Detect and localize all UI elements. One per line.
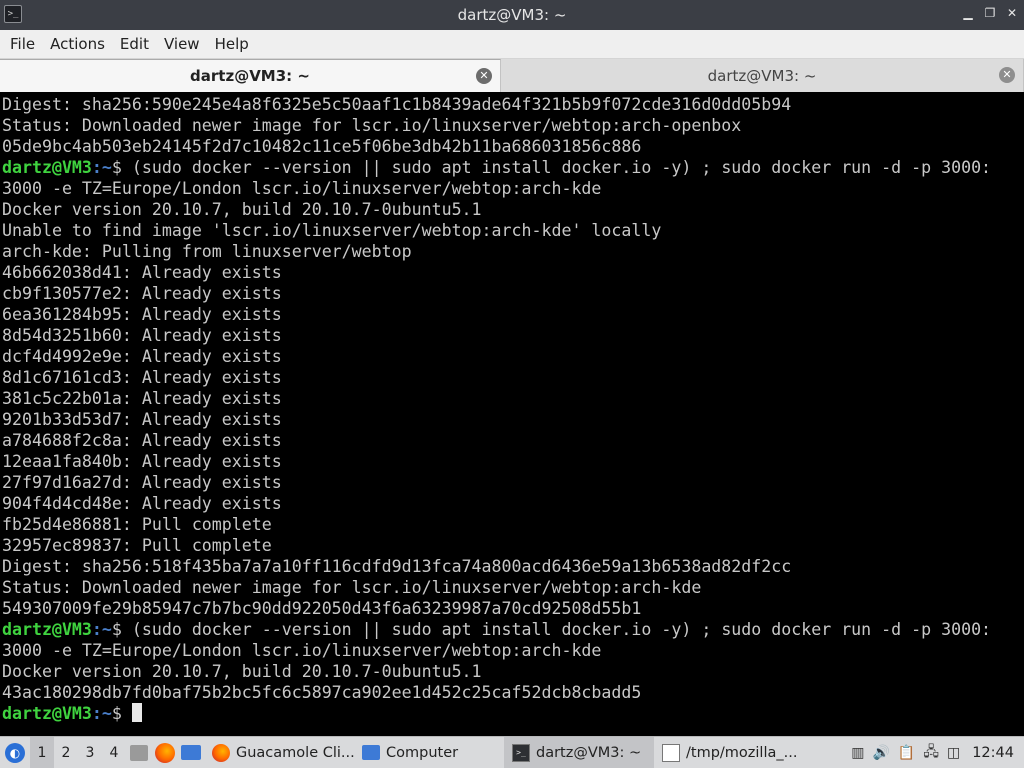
show-desktop-icon bbox=[181, 745, 201, 760]
maximize-icon[interactable]: ❐ bbox=[984, 6, 996, 20]
prompt-path: :~ bbox=[91, 620, 112, 639]
drag-handle-icon[interactable]: ▥ bbox=[851, 745, 864, 761]
terminal-line: dcf4d4992e9e: Already exists bbox=[2, 347, 282, 366]
close-icon[interactable]: ✕ bbox=[1006, 6, 1018, 20]
terminal-line: 05de9bc4ab503eb24145f2d7c10482c11ce5f06b… bbox=[2, 137, 642, 156]
task-computer[interactable]: Computer bbox=[354, 737, 504, 768]
task-label: /tmp/mozilla_... bbox=[686, 744, 798, 761]
terminal-line: arch-kde: Pulling from linuxserver/webto… bbox=[2, 242, 412, 261]
terminal-icon: >_ bbox=[512, 743, 530, 762]
menu-view[interactable]: View bbox=[158, 35, 206, 53]
terminal-line: Digest: sha256:518f435ba7a7a10ff116cdfd9… bbox=[2, 557, 792, 576]
terminal-line: dartz@VM3:~$ bbox=[2, 703, 1024, 724]
terminal-line: fb25d4e86881: Pull complete bbox=[2, 515, 272, 534]
task-label: Computer bbox=[386, 744, 459, 761]
system-tray: ▥ 🔊 📋 🖧 ◫ 12:44 bbox=[851, 741, 1024, 765]
tab-close-icon[interactable]: ✕ bbox=[999, 67, 1015, 83]
taskbar: ◐ 1 2 3 4 Guacamole Cli... Computer >_ d… bbox=[0, 736, 1024, 768]
clock[interactable]: 12:44 bbox=[972, 745, 1014, 761]
terminal-line: 46b662038d41: Already exists bbox=[2, 263, 282, 282]
terminal-line: 3000 -e TZ=Europe/London lscr.io/linuxse… bbox=[2, 179, 602, 198]
desktop-launcher[interactable] bbox=[178, 737, 204, 768]
terminal-line: Docker version 20.10.7, build 20.10.7-0u… bbox=[2, 200, 482, 219]
window-controls: ▁ ❐ ✕ bbox=[962, 6, 1018, 20]
prompt-user: dartz@VM3 bbox=[2, 620, 92, 639]
terminal-line: Status: Downloaded newer image for lscr.… bbox=[2, 578, 702, 597]
folder-icon bbox=[362, 745, 380, 760]
terminal-line: 43ac180298db7fd0baf75b2bc5fc6c5897ca902e… bbox=[2, 683, 642, 702]
terminal-line: 381c5c22b01a: Already exists bbox=[2, 389, 282, 408]
terminal-line: 8d1c67161cd3: Already exists bbox=[2, 368, 282, 387]
menu-actions[interactable]: Actions bbox=[44, 35, 111, 53]
tab-bar: dartz@VM3: ~ ✕ dartz@VM3: ~ ✕ bbox=[0, 59, 1024, 92]
workspace-3[interactable]: 3 bbox=[78, 745, 102, 761]
command-text: $ bbox=[111, 704, 132, 723]
tab-label: dartz@VM3: ~ bbox=[190, 67, 310, 85]
terminal-line: 6ea361284b95: Already exists bbox=[2, 305, 282, 324]
command-text: $ (sudo docker --version || sudo apt ins… bbox=[111, 620, 992, 639]
task-label: dartz@VM3: ~ bbox=[536, 744, 642, 761]
task-terminal[interactable]: >_ dartz@VM3: ~ bbox=[504, 736, 654, 768]
terminal-line: 549307009fe29b85947c7b7bc90dd922050d43f6… bbox=[2, 599, 642, 618]
clipboard-icon[interactable]: 📋 bbox=[898, 745, 915, 761]
menubar: File Actions Edit View Help bbox=[0, 30, 1024, 59]
terminal-line: Status: Downloaded newer image for lscr.… bbox=[2, 116, 742, 135]
start-menu-button[interactable]: ◐ bbox=[0, 737, 30, 768]
terminal-line: Digest: sha256:590e245e4a8f6325e5c50aaf1… bbox=[2, 95, 792, 114]
firefox-launcher[interactable] bbox=[152, 737, 178, 768]
window-titlebar[interactable]: >_ dartz@VM3: ~ ▁ ❐ ✕ bbox=[0, 0, 1024, 30]
terminal-line: dartz@VM3:~$ (sudo docker --version || s… bbox=[2, 157, 1024, 178]
prompt-path: :~ bbox=[91, 704, 112, 723]
tab-terminal-1[interactable]: dartz@VM3: ~ ✕ bbox=[0, 59, 501, 92]
workspace-1[interactable]: 1 bbox=[30, 736, 54, 768]
terminal-line: 27f97d16a27d: Already exists bbox=[2, 473, 282, 492]
terminal-line: 9201b33d53d7: Already exists bbox=[2, 410, 282, 429]
volume-icon[interactable]: 🔊 bbox=[872, 745, 889, 761]
terminal-line: dartz@VM3:~$ (sudo docker --version || s… bbox=[2, 619, 1024, 640]
prompt-path: :~ bbox=[91, 158, 112, 177]
tab-terminal-2[interactable]: dartz@VM3: ~ ✕ bbox=[501, 59, 1024, 92]
terminal-line: 32957ec89837: Pull complete bbox=[2, 536, 272, 555]
task-mozilla-tmp[interactable]: /tmp/mozilla_... bbox=[654, 737, 804, 768]
window-title: dartz@VM3: ~ bbox=[457, 6, 567, 24]
firefox-icon bbox=[212, 743, 230, 762]
tab-label: dartz@VM3: ~ bbox=[707, 66, 817, 85]
terminal-line: a784688f2c8a: Already exists bbox=[2, 431, 282, 450]
terminal-line: cb9f130577e2: Already exists bbox=[2, 284, 282, 303]
file-manager-launcher[interactable] bbox=[126, 737, 152, 768]
prompt-user: dartz@VM3 bbox=[2, 158, 92, 177]
terminal-line: 904f4d4cd48e: Already exists bbox=[2, 494, 282, 513]
terminal-line: 3000 -e TZ=Europe/London lscr.io/linuxse… bbox=[2, 641, 602, 660]
task-label: Guacamole Cli... bbox=[236, 744, 354, 761]
text-cursor bbox=[131, 703, 142, 722]
distro-logo-icon: ◐ bbox=[5, 742, 25, 763]
firefox-icon bbox=[155, 742, 175, 763]
workspace-2[interactable]: 2 bbox=[54, 745, 78, 761]
menu-edit[interactable]: Edit bbox=[114, 35, 155, 53]
terminal-line: 8d54d3251b60: Already exists bbox=[2, 326, 282, 345]
notification-icon[interactable]: ◫ bbox=[947, 745, 960, 761]
terminal-line: Docker version 20.10.7, build 20.10.7-0u… bbox=[2, 662, 482, 681]
files-icon bbox=[130, 744, 148, 761]
terminal-line: 12eaa1fa840b: Already exists bbox=[2, 452, 282, 471]
command-text: $ (sudo docker --version || sudo apt ins… bbox=[111, 158, 992, 177]
text-editor-icon bbox=[662, 743, 680, 762]
prompt-user: dartz@VM3 bbox=[2, 704, 92, 723]
workspace-4[interactable]: 4 bbox=[102, 745, 126, 761]
menu-help[interactable]: Help bbox=[209, 35, 255, 53]
terminal-output[interactable]: Digest: sha256:590e245e4a8f6325e5c50aaf1… bbox=[0, 92, 1024, 736]
terminal-line: Unable to find image 'lscr.io/linuxserve… bbox=[2, 221, 662, 240]
minimize-icon[interactable]: ▁ bbox=[962, 6, 974, 20]
network-icon[interactable]: 🖧 bbox=[923, 741, 939, 765]
task-guacamole[interactable]: Guacamole Cli... bbox=[204, 737, 354, 768]
terminal-app-icon[interactable]: >_ bbox=[4, 5, 22, 23]
tab-close-icon[interactable]: ✕ bbox=[476, 68, 492, 84]
menu-file[interactable]: File bbox=[4, 35, 41, 53]
